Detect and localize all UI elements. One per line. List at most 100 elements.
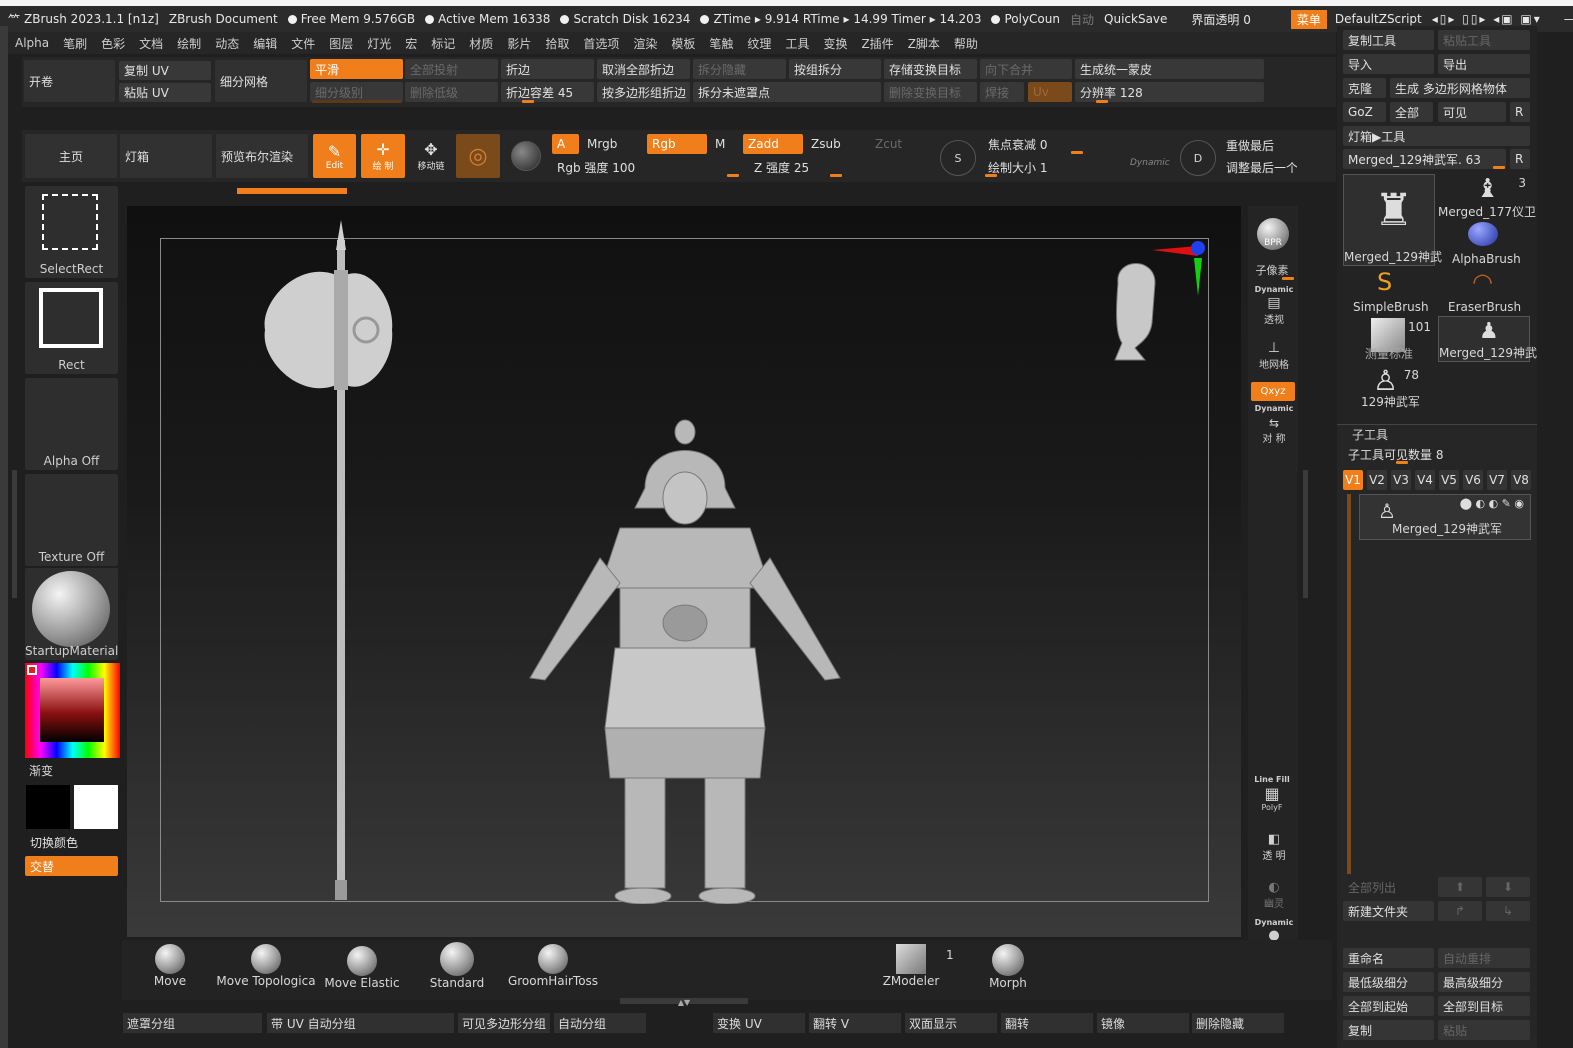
menu-item-12[interactable]: 材质 bbox=[462, 35, 500, 52]
menu-item-14[interactable]: 拾取 bbox=[538, 35, 576, 52]
left-scrollbar[interactable] bbox=[12, 470, 17, 598]
home-button[interactable]: 主页 bbox=[25, 134, 117, 178]
menu-item-19[interactable]: 纹理 bbox=[740, 35, 778, 52]
right-scrollbar[interactable] bbox=[1303, 470, 1308, 598]
bpr-render-icon[interactable]: BPR bbox=[1257, 218, 1289, 250]
a-toggle[interactable]: A bbox=[552, 134, 579, 154]
shelf-collapse-handle[interactable]: ▲▼ bbox=[620, 998, 748, 1007]
folder-out-icon[interactable]: ↳ bbox=[1486, 901, 1530, 921]
menu-item-7[interactable]: 文件 bbox=[284, 35, 322, 52]
delete-morph-button[interactable]: 删除变换目标 bbox=[884, 82, 977, 102]
subtool-item[interactable]: ♙ ⬤ ◐ ◐ ✎ ◉ Merged_129神武军 bbox=[1359, 494, 1531, 540]
auto-group-uv-button[interactable]: 带 UV 自动分组 bbox=[267, 1013, 454, 1033]
menu-item-0[interactable]: Alpha bbox=[8, 36, 56, 50]
material-sphere-button[interactable]: ◎ bbox=[456, 134, 500, 178]
zcut-toggle[interactable]: Zcut bbox=[870, 134, 930, 154]
rename-button[interactable]: 重命名 bbox=[1343, 948, 1434, 968]
selectrect-brush[interactable]: SelectRect bbox=[25, 186, 118, 278]
menu-item-13[interactable]: 影片 bbox=[500, 35, 538, 52]
move-mode-button[interactable]: ✥ 移动链 bbox=[409, 134, 453, 178]
uncrease-all-button[interactable]: 取消全部折边 bbox=[597, 59, 690, 79]
edit-mode-button[interactable]: ✎ Edit bbox=[313, 134, 356, 178]
xyz-symmetry-button[interactable]: Qxyz bbox=[1251, 382, 1295, 401]
store-morph-button[interactable]: 存储变换目标 bbox=[884, 59, 977, 79]
auto-reorder-button[interactable]: 自动重排 bbox=[1438, 948, 1530, 968]
unified-skin-button[interactable]: 生成统一蒙皮 bbox=[1075, 59, 1264, 79]
subdiv-mesh-button[interactable]: 细分网格 bbox=[215, 60, 307, 102]
zadd-toggle[interactable]: Zadd bbox=[743, 134, 803, 154]
menu-item-10[interactable]: 宏 bbox=[398, 35, 424, 52]
copy-uv-button[interactable]: 复制 UV bbox=[119, 61, 211, 80]
mrgb-toggle[interactable]: Mrgb bbox=[582, 134, 642, 154]
texture-selector[interactable]: Texture Off bbox=[25, 474, 118, 566]
paste-uv-button[interactable]: 粘贴 UV bbox=[119, 83, 211, 102]
crease-by-polygroup-button[interactable]: 按多边形组折边 bbox=[597, 82, 690, 102]
transform-uv-button[interactable]: 变换 UV bbox=[713, 1013, 805, 1033]
crease-button[interactable]: 折边 bbox=[501, 59, 594, 79]
split-hidden-button[interactable]: 拆分隐藏 bbox=[693, 59, 786, 79]
menu-item-18[interactable]: 笔触 bbox=[702, 35, 740, 52]
clone-button[interactable]: 克隆 bbox=[1343, 78, 1386, 98]
m-toggle[interactable]: M bbox=[710, 134, 735, 154]
eraserbrush-thumb[interactable]: ◠ EraserBrush bbox=[1438, 268, 1530, 314]
visible-set-tab-2[interactable]: V2 bbox=[1367, 470, 1387, 490]
visible-set-tab-1[interactable]: V1 bbox=[1343, 470, 1363, 490]
lightbox-tools-button[interactable]: 灯箱▶工具 bbox=[1343, 126, 1530, 146]
subtool-count-slider[interactable]: 子工具可见数量 8 bbox=[1343, 444, 1530, 464]
mirror-button[interactable]: 镜像 bbox=[1097, 1013, 1189, 1033]
menu-item-8[interactable]: 图层 bbox=[322, 35, 360, 52]
split-by-group-button[interactable]: 按组拆分 bbox=[789, 59, 881, 79]
menu-item-23[interactable]: Z脚本 bbox=[901, 35, 947, 52]
menu-item-1[interactable]: 笔刷 bbox=[56, 35, 94, 52]
ui-transparency-slider[interactable]: 界面透明 0 bbox=[1191, 11, 1250, 28]
paste-button[interactable]: 粘贴 bbox=[1438, 1020, 1530, 1040]
simplebrush-thumb[interactable]: S SimpleBrush bbox=[1343, 268, 1435, 314]
brush-morph[interactable]: Morph bbox=[980, 944, 1036, 990]
primary-color-swatch[interactable] bbox=[26, 785, 70, 829]
menu-item-2[interactable]: 色彩 bbox=[94, 35, 132, 52]
flip-v-button[interactable]: 翻转 V bbox=[809, 1013, 901, 1033]
rect-stroke[interactable]: Rect bbox=[25, 282, 118, 374]
floor-grid-button[interactable]: ⊥ 地网格 bbox=[1252, 340, 1296, 371]
flip-button[interactable]: 翻转 bbox=[1001, 1013, 1093, 1033]
linefill-button[interactable]: Line Fill ▦ PolyF bbox=[1250, 775, 1294, 812]
menu-item-21[interactable]: 变换 bbox=[816, 35, 854, 52]
menu-item-5[interactable]: 动态 bbox=[208, 35, 246, 52]
focal-s-icon[interactable]: S bbox=[940, 140, 976, 176]
all-to-target-button[interactable]: 全部到目标 bbox=[1438, 996, 1530, 1016]
merge-down-button[interactable]: 向下合并 bbox=[980, 59, 1072, 79]
menu-item-16[interactable]: 渲染 bbox=[626, 35, 664, 52]
subpixel-button[interactable]: 子像素 bbox=[1250, 262, 1294, 278]
brush-move[interactable]: Move bbox=[142, 944, 198, 988]
auto-group-button[interactable]: 自动分组 bbox=[554, 1013, 646, 1033]
move-down-icon[interactable]: ⬇ bbox=[1486, 877, 1530, 897]
tool-thumb-8[interactable]: ♙ 78 129神武军 bbox=[1343, 364, 1435, 410]
copy-tool-button[interactable]: 复制工具 bbox=[1343, 30, 1434, 50]
material-selector[interactable]: StartupMaterial bbox=[25, 568, 118, 660]
new-folder-button[interactable]: 新建文件夹 bbox=[1343, 901, 1434, 921]
minimize-icon[interactable]: — bbox=[1564, 12, 1573, 26]
visible-button[interactable]: 可见 bbox=[1438, 102, 1506, 122]
menu-toggle-button[interactable]: 菜单 bbox=[1290, 9, 1327, 29]
copy-button[interactable]: 复制 bbox=[1343, 1020, 1434, 1040]
subdiv-level-slider[interactable]: 细分级别 bbox=[310, 82, 403, 102]
tool-thumb-1[interactable]: ♜ Merged_129神武 bbox=[1343, 174, 1442, 266]
menu-item-24[interactable]: 帮助 bbox=[947, 35, 985, 52]
lowest-subdiv-button[interactable]: 最低级细分 bbox=[1343, 972, 1434, 992]
rgb-intensity-slider[interactable]: Rgb 强度 100 bbox=[552, 157, 740, 177]
brush-standard[interactable]: Standard bbox=[425, 942, 489, 990]
tool-thumb-2[interactable]: ♝ 3 Merged_177仪卫 bbox=[1438, 174, 1536, 219]
color-picker[interactable] bbox=[25, 663, 120, 758]
project-all-button[interactable]: 全部投射 bbox=[405, 59, 498, 79]
weld-button[interactable]: 焊接 bbox=[980, 82, 1024, 102]
r-button-2[interactable]: R bbox=[1510, 149, 1530, 169]
kaijuan-button[interactable]: 开卷 bbox=[24, 60, 115, 102]
alternate-toggle[interactable]: 交替 bbox=[25, 856, 118, 876]
visible-set-tab-7[interactable]: V7 bbox=[1487, 470, 1507, 490]
layout-arrows-icon[interactable]: ◂▯▸ ▯▯▸ ◂▣ ▣▾ bbox=[1432, 12, 1542, 26]
goz-button[interactable]: GoZ bbox=[1343, 102, 1386, 122]
split-unmasked-button[interactable]: 拆分未遮罩点 bbox=[693, 82, 881, 102]
mask-group-button[interactable]: 遮罩分组 bbox=[123, 1013, 262, 1033]
color-sphere-icon[interactable] bbox=[511, 141, 541, 171]
lightbox-button[interactable]: 灯箱 bbox=[120, 134, 212, 178]
